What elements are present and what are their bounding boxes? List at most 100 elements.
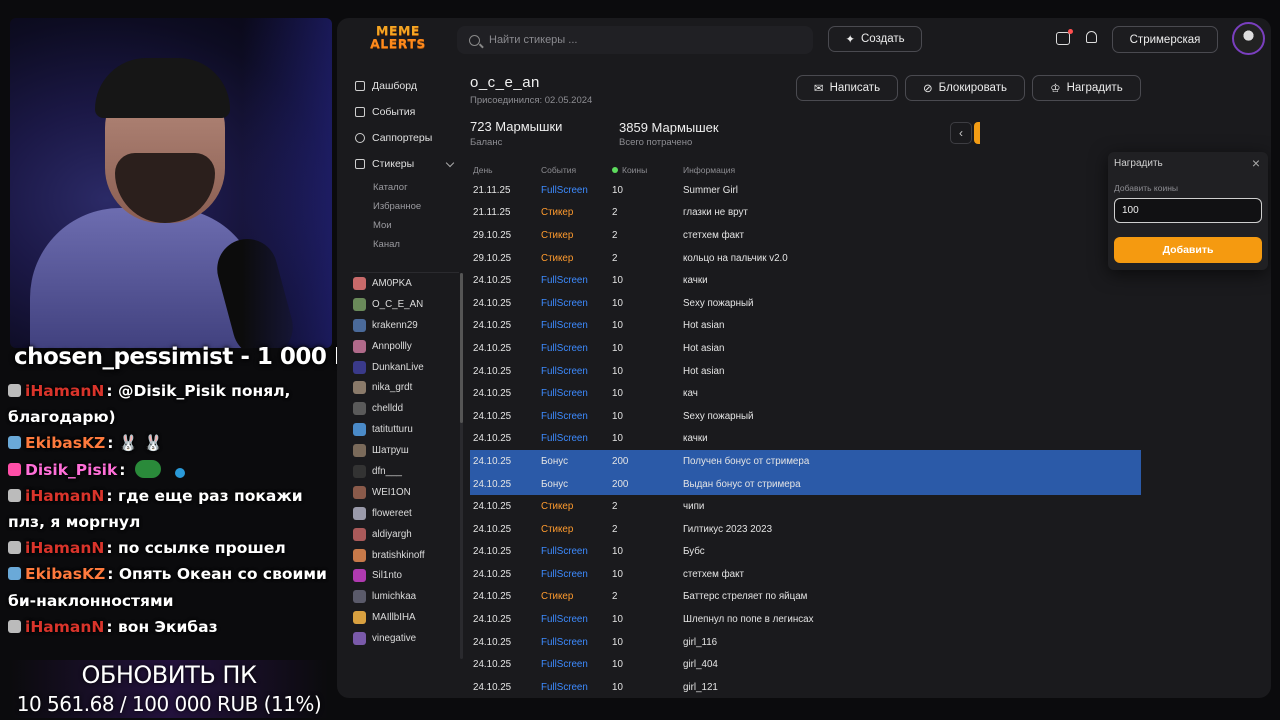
badge-icon [8,567,21,581]
chevron-left-icon[interactable]: ‹ [950,122,972,144]
cell-event: FullScreen [541,342,588,354]
pagination-active[interactable] [974,122,980,144]
table-row[interactable]: 24.10.25 FullScreen 10 качки [470,269,1141,292]
chat-text: 🐰 🐰 [118,434,163,453]
table-row[interactable]: 24.10.25 Бонус 200 Выдан бонус от стримера [470,472,1141,496]
scrollbar-thumb[interactable] [460,273,463,423]
streamer-room-button[interactable]: Стримерская [1112,26,1218,53]
table-row[interactable]: 24.10.25 Стикер 2 чипи [470,495,1141,518]
cell-coins: 200 [612,478,629,490]
supporter-item[interactable]: O_C_E_AN [353,294,461,315]
supporter-item[interactable]: chelldd [353,398,461,419]
scrollbar[interactable] [460,273,463,659]
table-row[interactable]: 21.11.25 Стикер 2 глазки не врут [470,202,1141,225]
table-row[interactable]: 24.10.25 FullScreen 10 girl_121 [470,676,1141,698]
supporter-name: chelldd [372,403,404,415]
supporter-item[interactable]: lumichkaa [353,586,461,607]
table-row[interactable]: 24.10.25 FullScreen 10 Hot asian [470,315,1141,338]
chat-nick: Disik_Pisik [25,460,118,479]
cell-info: кольцо на пальчик v2.0 [683,252,788,264]
supporter-name: Annpollly [372,340,412,352]
table-row[interactable]: 29.10.25 Стикер 2 кольцо на пальчик v2.0 [470,247,1141,270]
supporter-item[interactable]: dfn___ [353,461,461,482]
add-button[interactable]: Добавить [1114,237,1262,263]
chat-text: по ссылке прошел [117,539,286,558]
sidebar-sub-mine[interactable]: Мои [373,220,392,231]
table-row[interactable]: 24.10.25 FullScreen 10 Sexy пожарный [470,292,1141,315]
table-row[interactable]: 29.10.25 Стикер 2 стетхем факт [470,224,1141,247]
supporter-item[interactable]: Sil1nto [353,565,461,586]
supporter-item[interactable]: WEI1ON [353,482,461,503]
bell-icon[interactable] [1086,31,1097,43]
cell-event: FullScreen [541,320,588,332]
cell-event: FullScreen [541,388,588,400]
chat-message: Disik_Pisik: [8,457,330,483]
supporter-item[interactable]: aldiyargh [353,524,461,545]
supporter-item[interactable]: Annpollly [353,336,461,357]
supporter-item[interactable]: tatitutturu [353,419,461,440]
chat-message: EkibasKZ: 🐰 🐰 [8,430,330,456]
cell-event: FullScreen [541,659,588,671]
cell-coins: 10 [612,342,623,354]
table-row[interactable]: 24.10.25 FullScreen 10 girl_116 [470,631,1141,654]
messages-icon[interactable] [1056,29,1073,45]
sidebar-item-stickers[interactable]: Стикеры [355,154,414,174]
avatar[interactable] [1232,22,1265,55]
table-row[interactable]: 24.10.25 FullScreen 10 Hot asian [470,337,1141,360]
supporter-item[interactable]: nika_grdt [353,377,461,398]
balance-value: 723 Мармышки [470,119,563,134]
chat-message: iHamanN: где еще раз покажи плз, я моргн… [8,483,330,535]
chevron-down-icon[interactable] [445,158,455,168]
sidebar-item-dashboard[interactable]: Дашборд [355,76,417,96]
header-day: День [473,164,493,175]
sidebar-sub-channel[interactable]: Канал [373,239,400,250]
table-row[interactable]: 24.10.25 FullScreen 10 стетхем факт [470,563,1141,586]
supporter-item[interactable]: AM0PKA [353,273,461,294]
supporter-name: flowereet [372,507,412,519]
table-row[interactable]: 24.10.25 FullScreen 10 Sexy пожарный [470,405,1141,428]
coins-input[interactable] [1114,198,1262,223]
table-row[interactable]: 24.10.25 FullScreen 10 Шлепнул по попе в ле… [470,608,1141,631]
supporter-item[interactable]: vinegative [353,628,461,649]
memealerts-logo[interactable]: MEME ALERTS [369,24,427,56]
cell-event: FullScreen [541,636,588,648]
supporter-item[interactable]: flowereet [353,503,461,524]
sidebar-item-supporters[interactable]: Саппортеры [355,128,432,148]
cell-coins: 10 [612,184,623,196]
supporter-item[interactable]: Шатруш [353,440,461,461]
supporter-item[interactable]: MAIllbIHA [353,607,461,628]
table-row[interactable]: 24.10.25 Стикер 2 Баттерс стреляет по яйцам [470,586,1141,609]
spent-value: 3859 Мармышек [619,120,719,135]
supporter-item[interactable]: DunkanLive [353,357,461,378]
supporter-item[interactable]: bratishkinoff [353,545,461,566]
block-button[interactable]: ⊘ Блокировать [905,75,1025,101]
sidebar-sub-favorites[interactable]: Избранное [373,201,421,212]
cell-event: FullScreen [541,365,588,377]
table-row[interactable]: 24.10.25 FullScreen 10 кач [470,382,1141,405]
close-icon[interactable]: × [1252,156,1260,170]
supporter-item[interactable]: krakenn29 [353,315,461,336]
write-button[interactable]: ✉ Написать [796,75,898,101]
search-box[interactable] [457,26,813,54]
reward-button[interactable]: ♔ Наградить [1032,75,1141,101]
table-row[interactable]: 24.10.25 FullScreen 10 girl_404 [470,653,1141,676]
spent-label: Всего потрачено [619,137,693,148]
cell-coins: 10 [612,614,623,626]
table-row[interactable]: 24.10.25 FullScreen 10 Бубс [470,541,1141,564]
cell-coins: 10 [612,636,623,648]
sidebar-item-events[interactable]: События [355,102,415,122]
header-events: События [541,164,577,175]
chat-text: вон Экибаз [117,617,218,636]
cell-event: FullScreen [541,184,588,196]
sidebar-sub-catalog[interactable]: Каталог [373,182,408,193]
table-row[interactable]: 21.11.25 FullScreen 10 Summer Girl [470,179,1141,202]
create-button[interactable]: ✦ Создать [828,26,922,52]
coin-icon [612,166,618,173]
table-row[interactable]: 24.10.25 FullScreen 10 качки [470,428,1141,451]
table-row[interactable]: 24.10.25 FullScreen 10 Hot asian [470,360,1141,383]
supporter-avatar [353,339,366,353]
table-row[interactable]: 24.10.25 Бонус 200 Получен бонус от стример… [470,450,1141,473]
search-input[interactable] [489,34,789,46]
supporter-avatar [353,611,366,625]
table-row[interactable]: 24.10.25 Стикер 2 Гилтикус 2023 2023 [470,518,1141,541]
